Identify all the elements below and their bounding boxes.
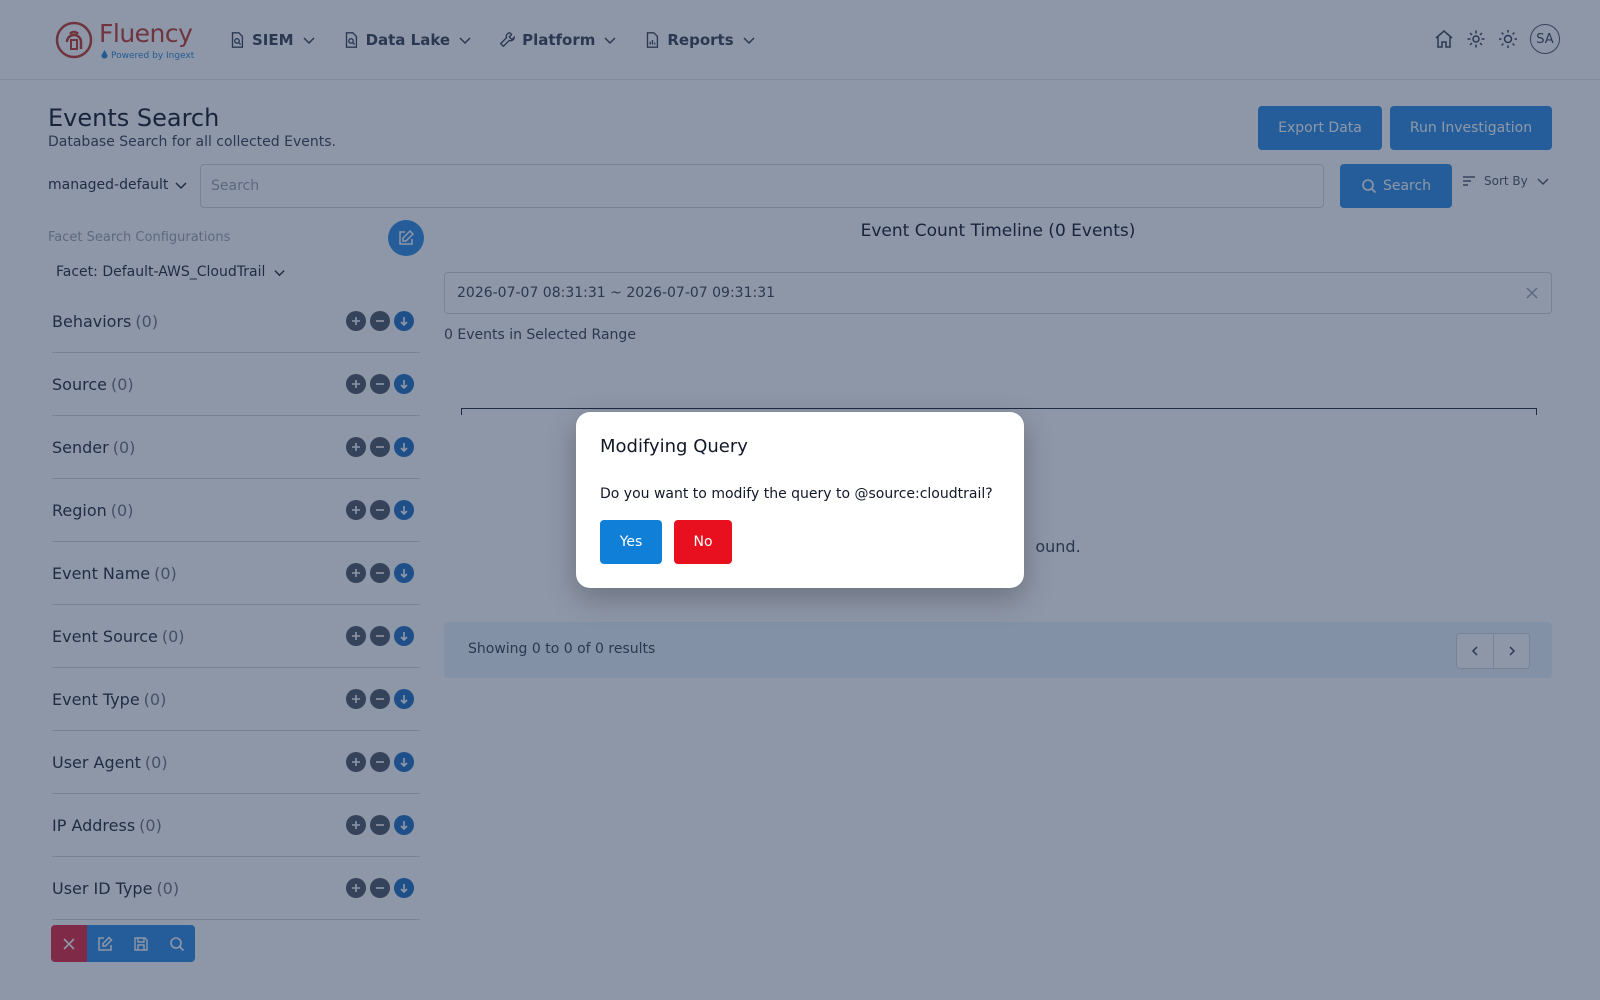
modify-query-dialog: Modifying Query Do you want to modify th…	[576, 412, 1024, 588]
dialog-title: Modifying Query	[600, 436, 748, 457]
no-button[interactable]: No	[674, 520, 732, 564]
yes-button[interactable]: Yes	[600, 520, 662, 564]
dialog-message: Do you want to modify the query to @sour…	[600, 486, 993, 502]
